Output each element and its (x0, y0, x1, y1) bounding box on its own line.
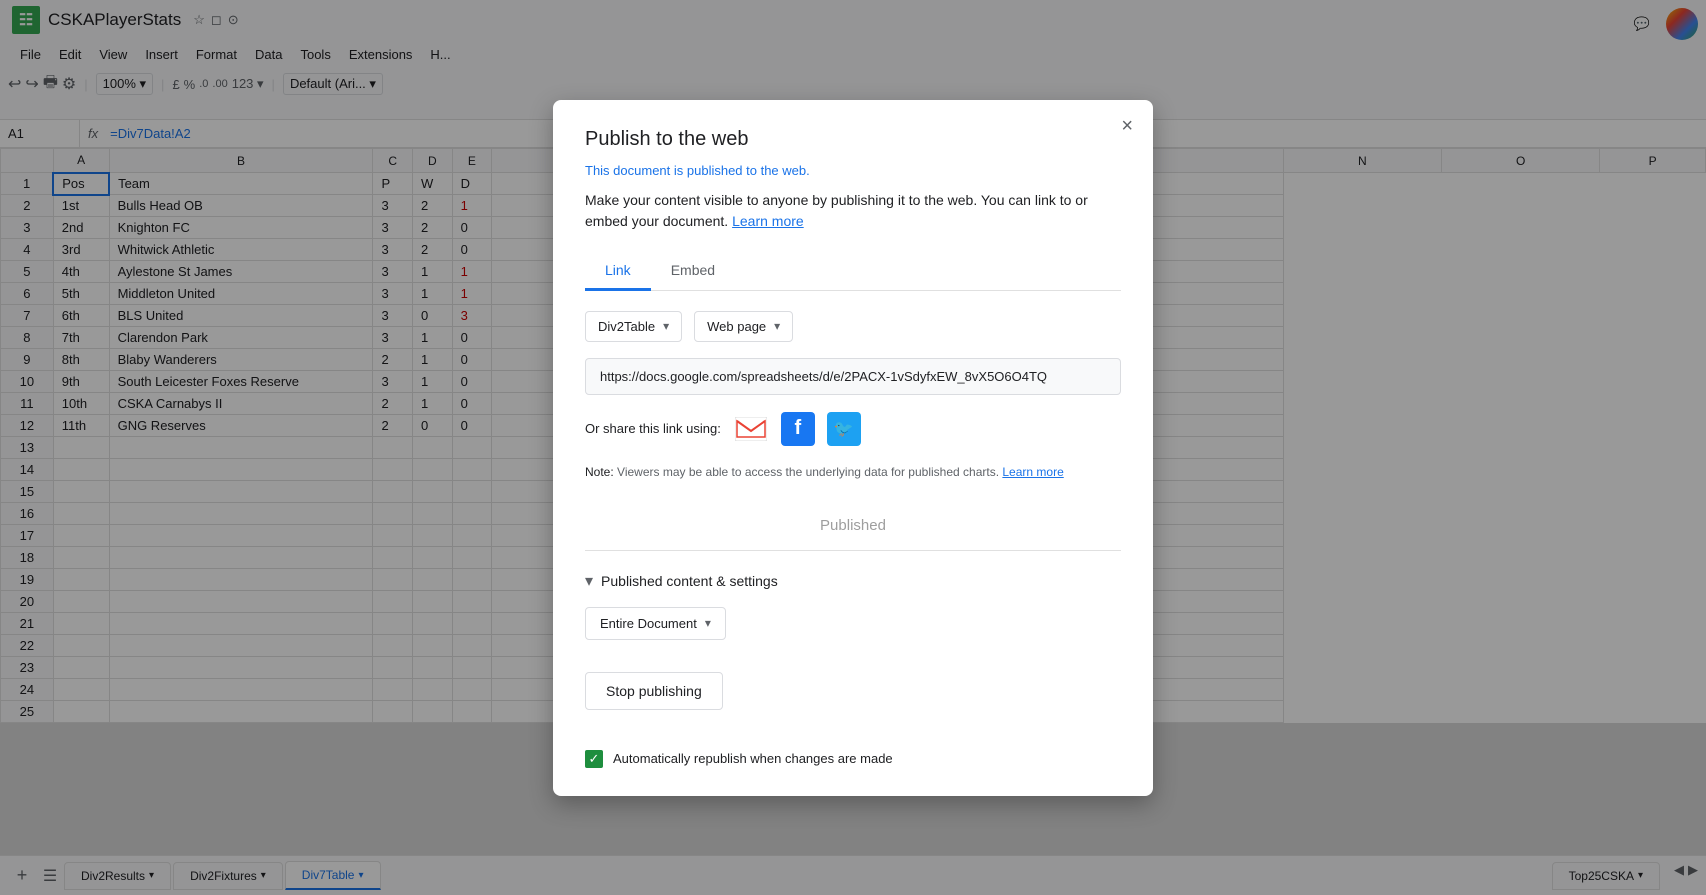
modal-close-button[interactable]: × (1121, 116, 1133, 136)
note-text: Viewers may be able to access the underl… (617, 465, 999, 479)
twitter-icon-bird: 🐦 (834, 419, 854, 439)
auto-republish-row: ✓ Automatically republish when changes a… (585, 750, 1121, 768)
dropdown-row: Div2Table ▾ Web page ▾ (585, 311, 1121, 342)
chevron-icon: ▾ (585, 571, 593, 591)
facebook-share-button[interactable]: f (781, 412, 815, 446)
published-status-display: Published (585, 501, 1121, 551)
modal-title: Publish to the web (585, 128, 1121, 151)
sheet-dropdown-value: Div2Table (598, 319, 655, 334)
format-dropdown-arrow: ▾ (774, 319, 780, 333)
learn-more-link-top[interactable]: Learn more (732, 213, 804, 229)
tab-link[interactable]: Link (585, 252, 651, 291)
twitter-share-button[interactable]: 🐦 (827, 412, 861, 446)
entire-doc-value: Entire Document (600, 616, 697, 631)
note-area: Note: Viewers may be able to access the … (585, 463, 1121, 481)
entire-doc-dropdown[interactable]: Entire Document ▾ (585, 607, 726, 640)
format-dropdown[interactable]: Web page ▾ (694, 311, 793, 342)
note-label: Note: (585, 465, 614, 479)
format-dropdown-value: Web page (707, 319, 766, 334)
sheet-dropdown-arrow: ▾ (663, 319, 669, 333)
tab-embed[interactable]: Embed (651, 252, 735, 291)
modal-description-text: Make your content visible to anyone by p… (585, 192, 1088, 229)
stop-publishing-container: Stop publishing (585, 672, 1121, 730)
share-label: Or share this link using: (585, 421, 721, 436)
entire-doc-arrow: ▾ (705, 616, 711, 630)
sheet-dropdown[interactable]: Div2Table ▾ (585, 311, 682, 342)
gmail-share-button[interactable] (733, 411, 769, 447)
auto-republish-label: Automatically republish when changes are… (613, 751, 893, 766)
modal-overlay[interactable]: Publish to the web × This document is pu… (0, 0, 1706, 895)
published-content-section[interactable]: ▾ Published content & settings (585, 571, 1121, 591)
url-display[interactable]: https://docs.google.com/spreadsheets/d/e… (585, 358, 1121, 395)
published-content-label: Published content & settings (601, 573, 778, 589)
tab-link-label: Link (605, 262, 631, 278)
auto-republish-checkbox[interactable]: ✓ (585, 750, 603, 768)
note-learn-more-link[interactable]: Learn more (1002, 465, 1063, 479)
modal-description: Make your content visible to anyone by p… (585, 190, 1121, 232)
tab-embed-label: Embed (671, 262, 715, 278)
modal-tabs: Link Embed (585, 252, 1121, 291)
checkbox-check: ✓ (589, 751, 600, 767)
entire-doc-container: Entire Document ▾ (585, 607, 1121, 656)
facebook-icon-letter: f (795, 417, 802, 440)
stop-publishing-button[interactable]: Stop publishing (585, 672, 723, 710)
published-notice: This document is published to the web. (585, 163, 1121, 178)
share-row: Or share this link using: f 🐦 (585, 411, 1121, 447)
publish-to-web-modal: Publish to the web × This document is pu… (553, 100, 1153, 796)
